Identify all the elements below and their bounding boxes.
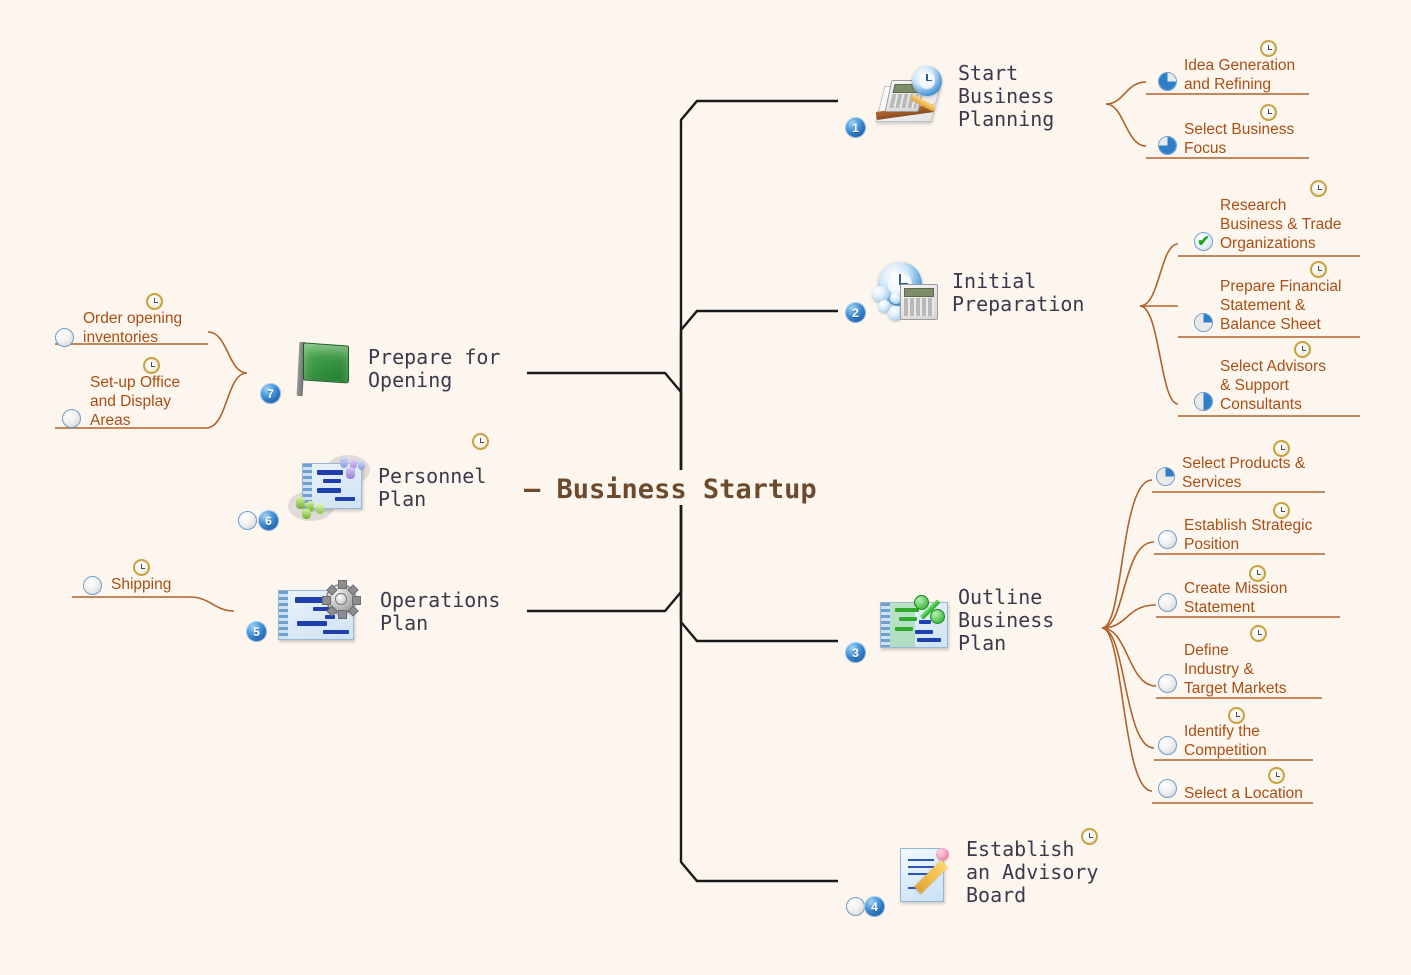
calculator-clock-ruler-icon [875,65,950,128]
sub-topic-label: Order opening inventories [83,310,183,346]
progress-pie[interactable] [1158,674,1177,693]
progress-pie[interactable] [1194,392,1213,411]
sub-topic[interactable]: Create Mission Statement [1178,579,1287,618]
clock-icon [1268,767,1285,784]
progress-pie[interactable] [1194,313,1213,332]
badge-establish-an-advisory-board[interactable]: 4 [864,896,885,917]
sub-topic-label: Prepare Financial Statement & Balance Sh… [1220,278,1342,333]
sub-topic[interactable]: Select a Location [1178,784,1303,804]
progress-pie[interactable] [1158,593,1177,612]
clock-icon [133,559,150,576]
progress-pie[interactable] [83,576,102,595]
progress-pie[interactable] [1158,530,1177,549]
center-dash: — [524,474,541,505]
sub-topic-label: Establish Strategic Position [1184,517,1313,553]
badge-prepare-for-opening[interactable]: 7 [260,383,281,404]
progress-pie[interactable] [1158,72,1177,91]
sub-topic[interactable]: Select Advisors & Support Consultants [1214,357,1326,415]
main-topic-label: Outline Business Plan [958,585,1055,655]
badge-personnel-plan[interactable]: 6 [258,510,279,531]
badge-initial-preparation[interactable]: 2 [845,302,866,323]
progress-pie[interactable] [55,328,74,347]
clock-icon [1310,180,1327,197]
sub-topic-label: Idea Generation and Refining [1184,57,1296,93]
sub-topic[interactable]: Shipping [105,575,171,595]
progress-pie[interactable] [846,897,865,916]
sub-topic[interactable]: Order opening inventories [77,309,182,348]
sub-topic-label: Shipping [111,576,172,593]
progress-pie[interactable] [1158,736,1177,755]
sub-topic-label: Research Business & Trade Organizations [1220,197,1342,252]
gantt-people-icon [288,455,370,521]
document-pencil-icon [892,842,958,904]
sub-topic[interactable]: Define Industry & Target Markets [1178,641,1287,699]
main-topic-prepare-for-opening[interactable]: Prepare for Opening [292,340,500,398]
sub-topic-label: Select Business Focus [1184,121,1295,157]
progress-pie[interactable] [1158,779,1177,798]
gantt-percent-icon [878,590,950,652]
progress-pie[interactable] [1158,136,1177,155]
sub-topic[interactable]: Select Products & Services [1176,454,1305,493]
sub-topic-label: Identify the Competition [1184,723,1267,759]
sub-topic[interactable]: Identify the Competition [1178,722,1267,761]
mindmap-canvas: — Business Startup 1 Start Business Plan… [0,0,1411,975]
main-topic-label: Personnel Plan [378,464,487,511]
sub-topic-label: Select Advisors & Support Consultants [1220,358,1326,413]
badge-start-business-planning[interactable]: 1 [845,117,866,138]
sub-topic[interactable]: Idea Generation and Refining [1178,56,1295,95]
progress-pie[interactable] [1156,467,1175,486]
center-title: Business Startup [556,474,817,505]
main-topic-label: Prepare for Opening [368,345,501,392]
completed-check-icon[interactable]: ✔ [1194,232,1213,251]
clock-icon [143,357,160,374]
center-topic[interactable]: — Business Startup [524,474,817,505]
sub-topic[interactable]: Establish Strategic Position [1178,516,1312,555]
clock-icon [1260,104,1277,121]
main-topic-outline-business-plan[interactable]: Outline Business Plan [878,586,1054,655]
sub-topic-label: Define Industry & Target Markets [1184,642,1287,697]
main-topic-label: Establish an Advisory Board [966,837,1099,907]
main-topic-operations-plan[interactable]: Operations Plan [276,580,501,640]
clock-people-calculator-icon [872,262,944,324]
clock-icon [1310,261,1327,278]
clock-icon [146,293,163,310]
sub-topic[interactable]: Prepare Financial Statement & Balance Sh… [1214,277,1341,335]
clock-icon [1250,625,1267,642]
sub-topic-label: Set-up Office and Display Areas [90,374,181,429]
sub-topic[interactable]: Research Business & Trade Organizations [1214,196,1341,254]
main-topic-label: Operations Plan [380,588,501,635]
main-topic-start-business-planning[interactable]: Start Business Planning [875,61,1055,131]
gantt-gear-icon [276,580,372,640]
badge-operations-plan[interactable]: 5 [246,621,267,642]
sub-topic-label: Select Products & Services [1182,455,1306,491]
main-topic-label: Start Business Planning [958,61,1055,131]
sub-topic[interactable]: Set-up Office and Display Areas [84,373,180,431]
sub-topic-label: Create Mission Statement [1184,580,1288,616]
main-topic-label: Initial Preparation [952,269,1085,316]
progress-pie[interactable] [238,511,257,530]
clock-icon [1260,40,1277,57]
main-topic-personnel-plan[interactable]: Personnel Plan [288,455,486,521]
main-topic-initial-preparation[interactable]: Initial Preparation [872,262,1084,324]
main-topic-establish-an-advisory-board[interactable]: Establish an Advisory Board [892,838,1098,907]
clock-icon [1294,341,1311,358]
sub-topic[interactable]: Select Business Focus [1178,120,1294,159]
badge-outline-business-plan[interactable]: 3 [845,642,866,663]
green-flag-icon [292,340,360,398]
progress-pie[interactable] [62,409,81,428]
sub-topic-label: Select a Location [1184,785,1303,802]
clock-icon [472,433,489,450]
